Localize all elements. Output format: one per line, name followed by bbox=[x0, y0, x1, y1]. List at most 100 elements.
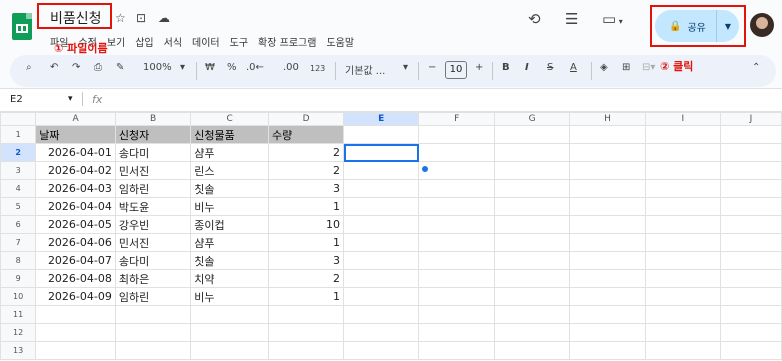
cell[interactable] bbox=[569, 197, 646, 216]
bold-button[interactable]: B bbox=[502, 62, 510, 73]
cell[interactable] bbox=[644, 341, 722, 360]
menu-help[interactable]: 도움말 bbox=[326, 34, 354, 49]
cell[interactable]: 비누 bbox=[190, 287, 270, 306]
cell[interactable]: 강우빈 bbox=[114, 215, 192, 234]
column-header[interactable]: F bbox=[418, 112, 495, 126]
cell[interactable] bbox=[343, 323, 420, 342]
cell[interactable]: 비누 bbox=[190, 197, 270, 216]
zoom-select[interactable]: 100% bbox=[143, 62, 172, 73]
cell[interactable] bbox=[644, 143, 722, 162]
cell[interactable] bbox=[190, 323, 270, 342]
cell[interactable] bbox=[493, 251, 571, 270]
cell[interactable]: 2026-04-02 bbox=[35, 161, 116, 180]
column-header[interactable]: H bbox=[569, 112, 646, 126]
cell[interactable]: 1 bbox=[268, 233, 345, 252]
cell[interactable]: 2 bbox=[268, 143, 345, 162]
row-header[interactable]: 10 bbox=[0, 287, 37, 306]
cell[interactable] bbox=[569, 179, 646, 198]
cell[interactable] bbox=[35, 305, 116, 324]
cell[interactable]: 샴푸 bbox=[190, 143, 270, 162]
menu-insert[interactable]: 삽입 bbox=[135, 34, 153, 49]
cell[interactable] bbox=[569, 287, 646, 306]
cell[interactable] bbox=[493, 143, 571, 162]
borders-icon[interactable]: ⊞ bbox=[622, 62, 630, 73]
cell[interactable]: 송다미 bbox=[114, 143, 192, 162]
cell[interactable] bbox=[720, 287, 782, 306]
menu-extensions[interactable]: 확장 프로그램 bbox=[258, 34, 316, 49]
cell[interactable] bbox=[343, 287, 420, 306]
cell[interactable]: 2026-04-07 bbox=[35, 251, 116, 270]
cell[interactable] bbox=[644, 125, 722, 144]
cell[interactable]: 칫솔 bbox=[190, 179, 270, 198]
zoom-chevron-icon[interactable]: ▾ bbox=[180, 62, 185, 73]
cell[interactable]: 1 bbox=[268, 287, 345, 306]
cell[interactable]: 2026-04-05 bbox=[35, 215, 116, 234]
cell[interactable]: 2026-04-03 bbox=[35, 179, 116, 198]
cell[interactable]: 임하린 bbox=[114, 287, 192, 306]
cell[interactable] bbox=[569, 143, 646, 162]
decrease-decimal-button[interactable]: .0← bbox=[246, 62, 264, 73]
cell[interactable] bbox=[493, 269, 571, 288]
cell[interactable] bbox=[644, 179, 722, 198]
cell[interactable] bbox=[268, 341, 345, 360]
cell[interactable] bbox=[493, 179, 571, 198]
cell[interactable] bbox=[418, 215, 495, 234]
cell[interactable] bbox=[418, 287, 495, 306]
row-header[interactable]: 4 bbox=[0, 179, 37, 198]
cell[interactable] bbox=[569, 161, 646, 180]
cell[interactable] bbox=[114, 341, 192, 360]
cell[interactable]: 2026-04-09 bbox=[35, 287, 116, 306]
cell[interactable] bbox=[343, 197, 420, 216]
row-header[interactable]: 2 bbox=[0, 143, 37, 162]
cell[interactable]: 2026-04-08 bbox=[35, 269, 116, 288]
move-folder-icon[interactable]: ⊡ bbox=[136, 11, 146, 25]
column-header[interactable]: E bbox=[343, 112, 420, 126]
cell[interactable] bbox=[644, 233, 722, 252]
font-size-increase-icon[interactable]: + bbox=[475, 62, 483, 73]
cell[interactable] bbox=[720, 197, 782, 216]
cell[interactable] bbox=[190, 341, 270, 360]
cell[interactable] bbox=[493, 125, 571, 144]
menu-data[interactable]: 데이터 bbox=[192, 34, 220, 49]
cell[interactable]: 2026-04-06 bbox=[35, 233, 116, 252]
cell[interactable] bbox=[720, 269, 782, 288]
cell[interactable]: 린스 bbox=[190, 161, 270, 180]
cell[interactable] bbox=[268, 305, 345, 324]
cell[interactable] bbox=[418, 179, 495, 198]
cell[interactable] bbox=[343, 269, 420, 288]
cell[interactable] bbox=[644, 161, 722, 180]
cell[interactable] bbox=[493, 215, 571, 234]
search-icon[interactable]: ⌕ bbox=[26, 62, 32, 73]
cell[interactable] bbox=[114, 305, 192, 324]
cell[interactable]: 샴푸 bbox=[190, 233, 270, 252]
cell[interactable]: 치약 bbox=[190, 269, 270, 288]
cell[interactable]: 송다미 bbox=[114, 251, 192, 270]
cell[interactable]: 수량 bbox=[268, 125, 345, 144]
cell[interactable] bbox=[343, 215, 420, 234]
collapse-toolbar-icon[interactable]: ⌃ bbox=[752, 62, 760, 73]
text-color-button[interactable]: A bbox=[570, 62, 577, 73]
cell[interactable] bbox=[644, 197, 722, 216]
name-box-chevron-icon[interactable]: ▾ bbox=[68, 94, 73, 104]
cell[interactable]: 신청자 bbox=[114, 125, 192, 144]
row-header[interactable]: 3 bbox=[0, 161, 37, 180]
cell[interactable]: 신청물품 bbox=[190, 125, 270, 144]
cell[interactable] bbox=[569, 269, 646, 288]
redo-icon[interactable]: ↷ bbox=[72, 62, 80, 73]
percent-button[interactable]: % bbox=[227, 62, 237, 73]
cell[interactable] bbox=[644, 287, 722, 306]
column-header[interactable]: G bbox=[493, 112, 571, 126]
cell[interactable] bbox=[493, 197, 571, 216]
cell[interactable] bbox=[720, 125, 782, 144]
cell[interactable] bbox=[35, 323, 116, 342]
cell[interactable]: 민서진 bbox=[114, 233, 192, 252]
avatar[interactable] bbox=[750, 13, 774, 37]
cell[interactable]: 1 bbox=[268, 197, 345, 216]
meet-icon[interactable]: ▭ ▾ bbox=[602, 10, 623, 28]
cell[interactable] bbox=[569, 341, 646, 360]
cell[interactable] bbox=[569, 251, 646, 270]
cell[interactable] bbox=[493, 305, 571, 324]
italic-button[interactable]: I bbox=[525, 62, 529, 73]
cell[interactable]: 3 bbox=[268, 179, 345, 198]
cell[interactable] bbox=[493, 233, 571, 252]
